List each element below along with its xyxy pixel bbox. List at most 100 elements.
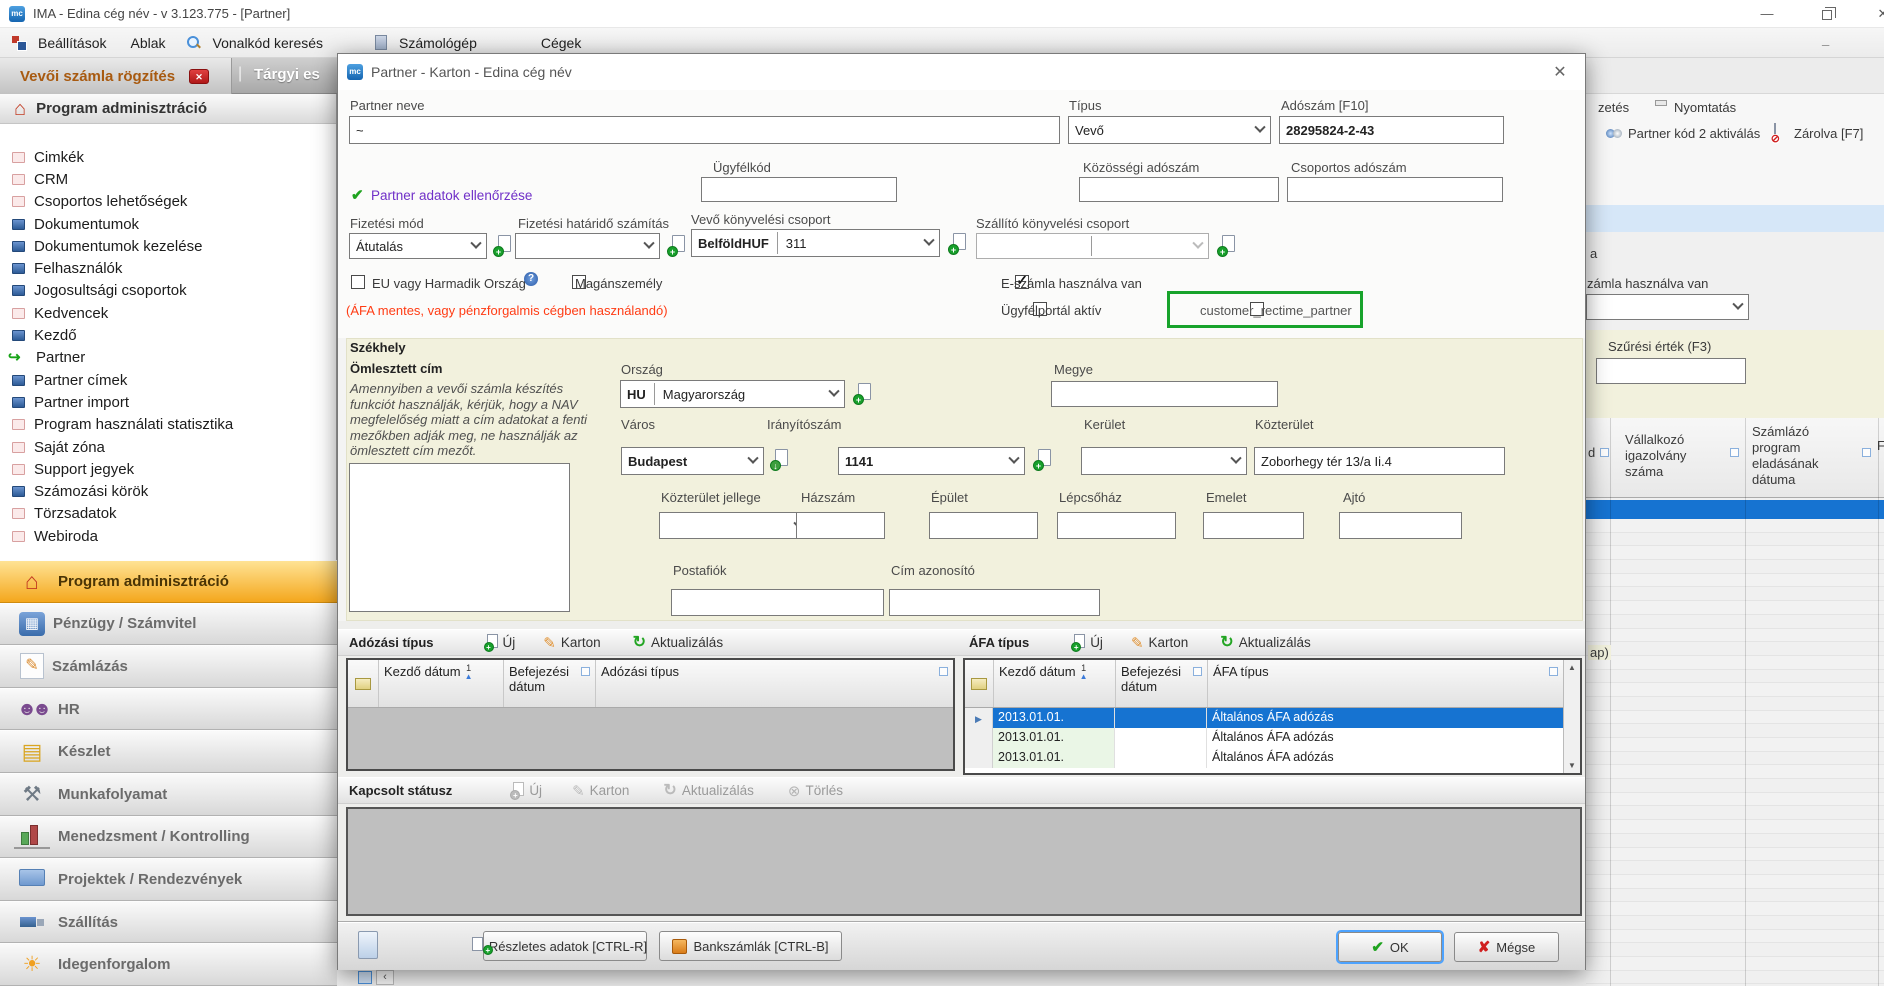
sidebar-item-webiroda[interactable]: Webiroda — [0, 525, 336, 547]
add-icon[interactable]: + — [1033, 449, 1051, 471]
bg-table-row[interactable] — [1586, 697, 1884, 711]
sidebar-item-felhaszn-l-k[interactable]: Felhasználók — [0, 257, 336, 279]
bg-table-row[interactable] — [1586, 971, 1884, 985]
footer-mini-button[interactable] — [358, 931, 378, 959]
bg-table-row[interactable] — [1586, 546, 1884, 560]
adozasi-karton-button[interactable]: ✎Karton — [543, 634, 600, 652]
bg-table-row[interactable] — [1586, 779, 1884, 793]
megye-input[interactable] — [1051, 381, 1278, 407]
close-button[interactable]: ✕ — [1866, 0, 1884, 28]
bg-table-row[interactable] — [1586, 806, 1884, 820]
eu-checkbox[interactable] — [351, 275, 365, 289]
bg-filter-checkbox[interactable] — [1600, 448, 1609, 457]
bg-szuresi-input[interactable] — [1596, 358, 1746, 384]
szallito-konyvelesi-select[interactable] — [976, 233, 1209, 259]
bg-table-row[interactable] — [1586, 930, 1884, 944]
kapcsolt-table-body[interactable] — [346, 807, 1582, 916]
emelet-input[interactable] — [1203, 512, 1304, 539]
afa-scrollbar[interactable]: ▲▼ — [1563, 660, 1580, 773]
afa-karton-button[interactable]: ✎Karton — [1131, 634, 1188, 652]
add-icon[interactable]: + — [493, 235, 511, 257]
fizetesi-hatarido-select[interactable] — [515, 233, 660, 259]
tipus-select[interactable]: Vevő — [1068, 116, 1271, 144]
reszletes-adatok-button[interactable]: +Részletes adatok [CTRL-R] — [483, 931, 647, 961]
bg-zarolva-button[interactable]: Zárolva [F7] — [1794, 126, 1863, 141]
bg-fragment-zetes[interactable]: zetés — [1598, 100, 1629, 115]
sidebar-item-partner-import[interactable]: Partner import — [0, 391, 336, 413]
kozterulet-input[interactable]: Zoborhegy tér 13/a Ii.4 — [1254, 447, 1505, 475]
sidebar-group-sz-ml-z-s[interactable]: ✎Számlázás — [0, 645, 337, 688]
sidebar-group-p-nz-gy-sz-mvitel[interactable]: ▦Pénzügy / Számvitel — [0, 603, 337, 646]
afa-uj-button[interactable]: +Új — [1071, 634, 1103, 652]
bg-table-row[interactable] — [1586, 533, 1884, 547]
iranyitoszam-select[interactable]: 1141 — [838, 447, 1025, 475]
afa-aktualizalas-button[interactable]: ↻Aktualizálás — [1220, 635, 1310, 651]
filter-checkbox[interactable] — [939, 667, 948, 676]
filter-checkbox[interactable] — [1193, 667, 1202, 676]
minimize-button[interactable]: — — [1750, 0, 1784, 28]
mdi-minimize-button[interactable]: _ — [1822, 32, 1829, 47]
bg-table-row[interactable] — [1586, 916, 1884, 930]
bg-table-row[interactable] — [1586, 752, 1884, 766]
sidebar-group-projektek-rendezv-nyek[interactable]: Projektek / Rendezvények — [0, 858, 337, 901]
csoportos-adoszam-input[interactable] — [1287, 177, 1503, 202]
adozasi-col-kezdo[interactable]: Kezdő dátum1▲ — [378, 660, 503, 707]
bg-table-row[interactable] — [1586, 848, 1884, 862]
tab-targyi[interactable]: Tárgyi es — [254, 66, 320, 83]
adozasi-aktualizalas-button[interactable]: ↻Aktualizálás — [633, 635, 723, 651]
bg-table-row[interactable] — [1586, 629, 1884, 643]
hazszam-input[interactable] — [796, 512, 885, 539]
bg-table-row[interactable] — [1586, 683, 1884, 697]
sidebar-item-crm[interactable]: CRM — [0, 168, 336, 190]
bankszamlak-button[interactable]: Bankszámlák [CTRL-B] — [659, 931, 842, 961]
add-icon[interactable]: + — [667, 235, 685, 257]
menu-szamologep[interactable]: Számológép — [387, 35, 489, 51]
sidebar-item-jogosults-gi-csoportok[interactable]: Jogosultsági csoportok — [0, 280, 336, 302]
afa-col-tipus[interactable]: ÁFA típus — [1207, 660, 1563, 707]
bg-table-row[interactable] — [1586, 834, 1884, 848]
bg-table-row[interactable] — [1586, 656, 1884, 670]
bg-table-row[interactable] — [1586, 670, 1884, 684]
kapcsolt-uj-button[interactable]: +Új — [510, 782, 542, 800]
bg-table-row[interactable] — [1586, 574, 1884, 588]
bg-table-row[interactable] — [1586, 711, 1884, 725]
menu-beallitasok[interactable]: Beállítások — [26, 35, 118, 51]
kapcsolt-aktualizalas-button[interactable]: ↻Aktualizálás — [663, 783, 753, 799]
bg-table-row[interactable] — [1586, 902, 1884, 916]
bg-table-row[interactable] — [1586, 587, 1884, 601]
partner-neve-input[interactable]: ~ — [349, 116, 1060, 144]
menu-ablak[interactable]: Ablak — [118, 35, 177, 51]
bg-table-row[interactable] — [1586, 875, 1884, 889]
scroll-down-icon[interactable]: ▼ — [1568, 758, 1576, 773]
lepcsohaz-input[interactable] — [1057, 512, 1176, 539]
sidebar-group-menedzsment-kontrolling[interactable]: Menedzsment / Kontrolling — [0, 816, 337, 859]
menu-vonalkod[interactable]: Vonalkód keresés — [201, 35, 336, 51]
vevo-konyvelesi-select[interactable]: BelföldHUF311 — [691, 229, 940, 257]
sidebar-group-idegenforgalom[interactable]: ☀Idegenforgalom — [0, 943, 337, 986]
sidebar-item-saj-t-z-na[interactable]: Saját zóna — [0, 436, 336, 458]
ok-button[interactable]: ✔OK — [1338, 932, 1442, 962]
bg-table-row[interactable] — [1586, 793, 1884, 807]
postafiok-input[interactable] — [671, 589, 884, 616]
ugyfelkod-input[interactable] — [701, 177, 897, 202]
sidebar-group-hr[interactable]: ☻☻HR — [0, 688, 337, 731]
sidebar-group-k-szlet[interactable]: ▤Készlet — [0, 730, 337, 773]
afa-table-row[interactable]: 2013.01.01.Általános ÁFA adózás — [965, 728, 1563, 748]
tab-close-icon[interactable]: ✕ — [189, 69, 209, 84]
tab-vevoi-szamla[interactable]: Vevői számla rögzítés ✕ — [0, 58, 232, 94]
bg-table-row[interactable] — [1586, 889, 1884, 903]
bg-table-row[interactable] — [1586, 861, 1884, 875]
bg-partner-kod-button[interactable]: Partner kód 2 aktiválás — [1628, 126, 1760, 141]
bg-table-row[interactable] — [1586, 560, 1884, 574]
sidebar-item-cimk-k[interactable]: Cimkék — [0, 146, 336, 168]
filter-checkbox[interactable] — [581, 667, 590, 676]
adoszam-input[interactable]: 28295824-2-43 — [1279, 116, 1504, 144]
bg-filter-checkbox[interactable] — [1862, 448, 1871, 457]
cim-azonosito-input[interactable] — [889, 589, 1100, 616]
sidebar-group-munkafolyamat[interactable]: ⚒Munkafolyamat — [0, 773, 337, 816]
bg-col-vallalkozo[interactable]: Vállalkozó igazolvány száma — [1625, 432, 1725, 480]
bg-table-row[interactable] — [1586, 724, 1884, 738]
filter-checkbox[interactable] — [1549, 667, 1558, 676]
bg-table-row[interactable] — [1586, 957, 1884, 971]
kozterulet-jellege-select[interactable] — [659, 512, 810, 539]
